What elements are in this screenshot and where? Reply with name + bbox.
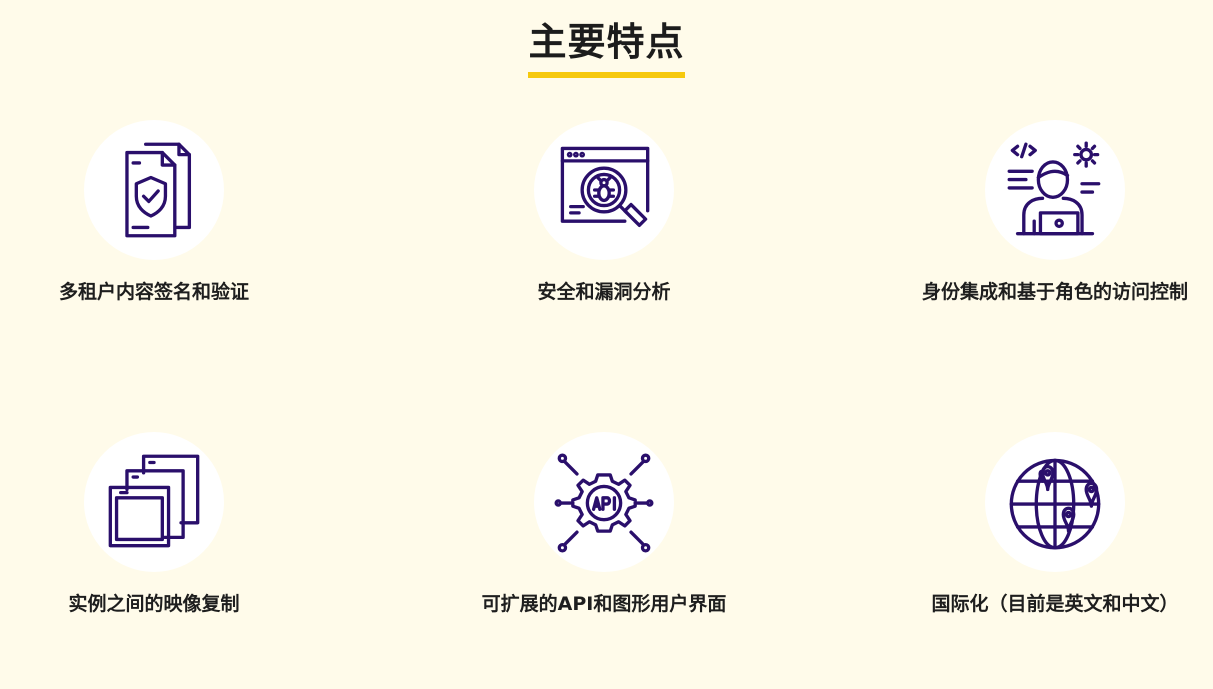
icon-circle: [534, 432, 674, 572]
feature-label: 可扩展的API和图形用户界面: [481, 593, 727, 615]
feature-label: 多租户内容签名和验证: [58, 281, 249, 303]
feature-card-image-replication: 实例之间的映像复制: [4, 432, 304, 620]
icon-circle: [84, 120, 224, 260]
feature-label: 身份集成和基于角色的访问控制: [921, 281, 1188, 303]
icon-circle: [985, 432, 1125, 572]
feature-card-content-signing: 多租户内容签名和验证: [4, 120, 304, 308]
icon-circle: [534, 120, 674, 260]
bug-scan-magnifier-icon: [560, 146, 650, 228]
page-title: 主要特点: [528, 18, 685, 78]
signed-document-shield-icon: [125, 142, 192, 238]
globe-location-pins-icon: [1009, 458, 1101, 550]
developer-identity-gear-icon: [1007, 141, 1101, 236]
icon-circle: [84, 432, 224, 572]
feature-card-security-analysis: 安全和漏洞分析: [454, 120, 754, 308]
feature-card-identity-rbac: 身份集成和基于角色的访问控制: [905, 120, 1205, 308]
feature-label: 国际化（目前是英文和中文）: [931, 593, 1179, 615]
feature-label: 实例之间的映像复制: [68, 593, 240, 615]
feature-card-api-gui: 可扩展的API和图形用户界面: [454, 432, 754, 620]
stacked-copies-icon: [108, 454, 200, 548]
api-gear-network-icon: [554, 453, 654, 553]
icon-circle: [985, 120, 1125, 260]
feature-label: 安全和漏洞分析: [537, 281, 671, 303]
feature-card-internationalization: 国际化（目前是英文和中文）: [905, 432, 1205, 620]
section-header: 主要特点: [0, 18, 1213, 78]
